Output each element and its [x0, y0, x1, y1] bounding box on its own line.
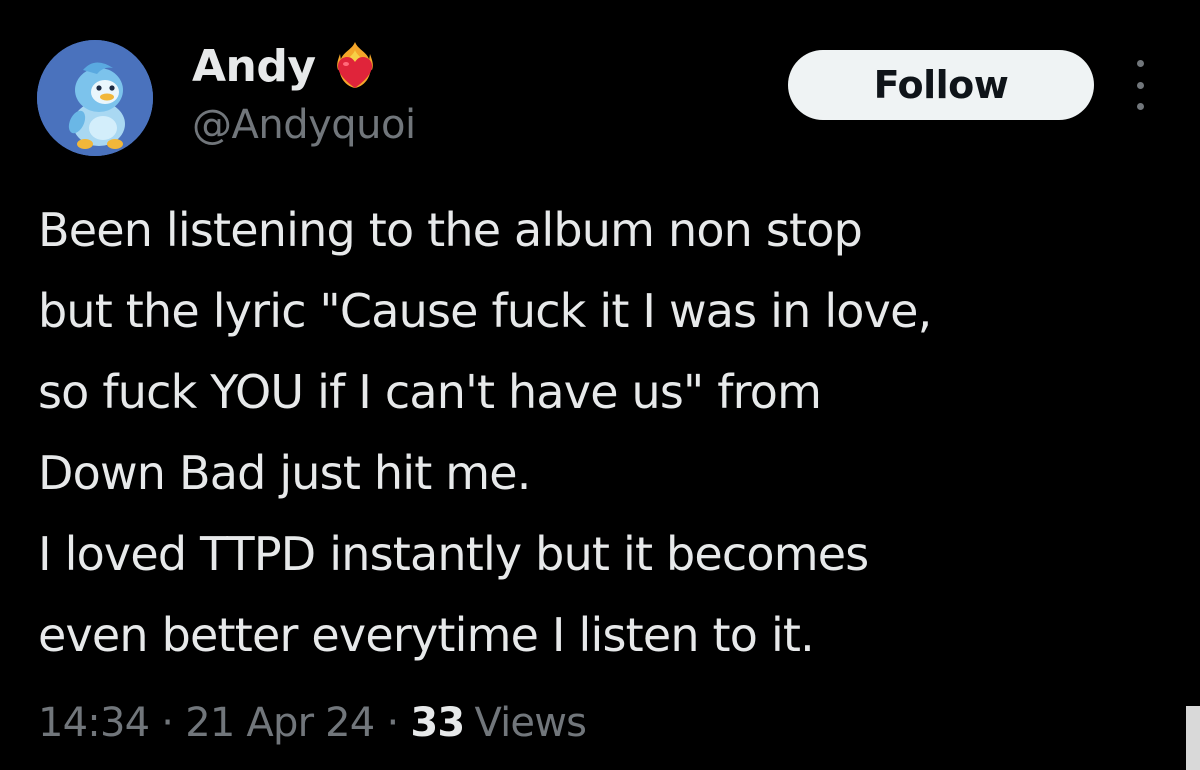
tweet-text-line: Down Bad just hit me.: [38, 446, 531, 500]
views-label[interactable]: Views: [474, 700, 587, 746]
author-handle[interactable]: @Andyquoi: [192, 102, 416, 148]
author-name-row: Andy: [192, 38, 378, 94]
heart-on-fire-emoji-icon: [336, 42, 373, 88]
author-avatar[interactable]: [37, 40, 153, 156]
penguin-avatar-icon: [37, 40, 153, 156]
tweet-card: Andy @Andyquoi Follow Been listening to …: [0, 0, 1200, 770]
follow-button[interactable]: Follow: [788, 50, 1094, 120]
scroll-edge-indicator: [1186, 706, 1200, 770]
more-vertical-icon-dot: [1136, 103, 1144, 110]
tweet-meta: 14:34 · 21 Apr 24 · 33 Views: [38, 696, 587, 750]
more-options-button[interactable]: [1122, 60, 1158, 110]
tweet-time[interactable]: 14:34: [38, 700, 150, 746]
tweet-text-line: Been listening to the album non stop: [38, 203, 863, 257]
more-vertical-icon-dot: [1136, 81, 1144, 89]
more-vertical-icon: [1136, 60, 1144, 67]
tweet-text-line: but the lyric "Cause fuck it I was in lo…: [38, 284, 932, 338]
tweet-text-line: I loved TTPD instantly but it becomes: [38, 527, 869, 581]
meta-separator: ·: [161, 700, 174, 746]
author-display-name[interactable]: Andy: [192, 41, 316, 92]
tweet-text-line: so fuck YOU if I can't have us" from: [38, 365, 822, 419]
tweet-text: Been listening to the album non stop but…: [38, 190, 1178, 676]
views-count[interactable]: 33: [410, 700, 465, 746]
meta-separator: ·: [386, 700, 399, 746]
tweet-text-line: even better everytime I listen to it.: [38, 608, 815, 662]
tweet-date[interactable]: 21 Apr 24: [185, 700, 375, 746]
